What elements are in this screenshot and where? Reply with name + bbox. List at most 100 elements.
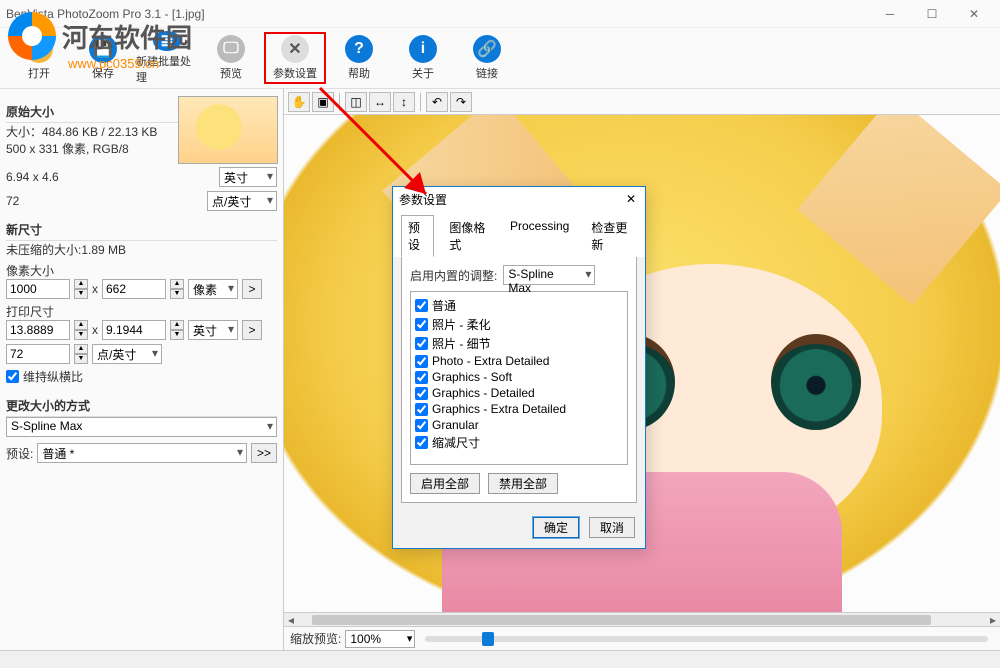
keep-ratio-label: 维持纵横比 [23,368,83,385]
about-button[interactable]: i 关于 [392,32,454,84]
preset-item-checkbox[interactable] [415,403,428,416]
sidebar: 原始大小 大小：484.86 KB / 22.13 KB 500 x 331 像… [0,89,284,650]
preset-item[interactable]: 普通 [415,296,623,315]
tab-presets[interactable]: 预设 [401,215,434,257]
preset-item[interactable]: 照片 - 柔化 [415,315,623,334]
method-select[interactable]: S-Spline Max [6,417,277,437]
apply-pixel-size[interactable]: > [242,279,262,299]
dpi-up[interactable]: ▲ [74,344,88,354]
pw-up[interactable]: ▲ [74,320,88,330]
orig-print-unit-select[interactable]: 英寸 [219,167,277,187]
width-down[interactable]: ▼ [74,289,88,299]
preset-list: 普通照片 - 柔化照片 - 细节Photo - Extra DetailedGr… [410,291,628,465]
marquee-tool[interactable]: ▣ [312,92,334,112]
undo-button[interactable]: ↶ [426,92,448,112]
pixel-unit-select[interactable]: 像素 [188,279,238,299]
print-width-input[interactable] [6,320,70,340]
disable-all-button[interactable]: 禁用全部 [488,473,558,494]
help-button[interactable]: ? 帮助 [328,32,390,84]
preset-item-checkbox[interactable] [415,318,428,331]
minimize-button[interactable]: ─ [870,4,910,24]
keep-ratio-checkbox[interactable] [6,370,19,383]
link-icon: 🔗 [473,35,501,63]
preset-more[interactable]: >> [251,443,277,463]
new-dpi-input[interactable] [6,344,70,364]
info-icon: i [409,35,437,63]
print-unit-select[interactable]: 英寸 [188,320,238,340]
flip-h-tool[interactable]: ↔ [369,92,391,112]
uncompressed-text: 未压缩的大小:1.89 MB [6,241,277,258]
preset-item-label: 缩减尺寸 [432,434,480,451]
cancel-button[interactable]: 取消 [589,517,635,538]
zoom-slider[interactable] [425,636,988,642]
dialog-tabs: 预设 图像格式 Processing 检查更新 [393,211,645,257]
builtin-label: 启用内置的调整: [410,267,497,284]
help-icon: ? [345,35,373,63]
preset-item-checkbox[interactable] [415,355,428,368]
link-button[interactable]: 🔗 链接 [456,32,518,84]
preset-item-checkbox[interactable] [415,419,428,432]
preset-item[interactable]: Photo - Extra Detailed [415,353,623,369]
preset-item-checkbox[interactable] [415,371,428,384]
link-label: 链接 [476,65,498,81]
preset-item[interactable]: Granular [415,417,623,433]
watermark-text: 河东软件园 [62,18,192,55]
preset-item-checkbox[interactable] [415,436,428,449]
settings-label: 参数设置 [273,65,317,81]
preset-item[interactable]: Graphics - Soft [415,369,623,385]
preset-item[interactable]: 照片 - 细节 [415,334,623,353]
orig-dpi-unit-select[interactable]: 点/英寸 [207,191,277,211]
settings-dialog: 参数设置 ✕ 预设 图像格式 Processing 检查更新 启用内置的调整: … [392,186,646,549]
dialog-title: 参数设置 [399,191,623,208]
width-input[interactable] [6,279,70,299]
tab-processing[interactable]: Processing [503,215,576,257]
h-scrollbar[interactable]: ◂▸ [284,612,1000,626]
preset-item-label: 照片 - 柔化 [432,316,491,333]
ph-up[interactable]: ▲ [170,320,184,330]
preset-item-checkbox[interactable] [415,387,428,400]
tab-format[interactable]: 图像格式 [442,215,495,257]
flip-v-tool[interactable]: ↕ [393,92,415,112]
preset-item-checkbox[interactable] [415,299,428,312]
hand-tool[interactable]: ✋ [288,92,310,112]
resize-method-header: 更改大小的方式 [6,395,277,417]
thumbnail[interactable] [178,96,278,164]
preset-item-label: Graphics - Detailed [432,386,535,400]
preset-item[interactable]: 缩减尺寸 [415,433,623,452]
apply-print-size[interactable]: > [242,320,262,340]
preset-item[interactable]: Graphics - Extra Detailed [415,401,623,417]
zoom-bar: 缩放预览: 100% [284,626,1000,650]
preset-item-label: Granular [432,418,479,432]
preview-button[interactable]: 🖵 预览 [200,32,262,84]
builtin-select[interactable]: S-Spline Max [503,265,595,285]
preset-item-label: 普通 [432,297,456,314]
print-height-input[interactable] [102,320,166,340]
preview-icon: 🖵 [217,35,245,63]
preset-item-label: 照片 - 细节 [432,335,491,352]
dialog-close-button[interactable]: ✕ [623,192,639,206]
height-up[interactable]: ▲ [170,279,184,289]
preset-select[interactable]: 普通 * [37,443,247,463]
pw-down[interactable]: ▼ [74,330,88,340]
height-down[interactable]: ▼ [170,289,184,299]
width-up[interactable]: ▲ [74,279,88,289]
new-size-header: 新尺寸 [6,219,277,241]
preset-item-checkbox[interactable] [415,337,428,350]
height-input[interactable] [102,279,166,299]
redo-button[interactable]: ↷ [450,92,472,112]
crop-tool[interactable]: ◫ [345,92,367,112]
ok-button[interactable]: 确定 [533,517,579,538]
preset-item-label: Graphics - Soft [432,370,512,384]
dpi-down[interactable]: ▼ [74,354,88,364]
watermark-url: www.pc0359.cn [68,56,159,71]
enable-all-button[interactable]: 启用全部 [410,473,480,494]
maximize-button[interactable]: ☐ [912,4,952,24]
preset-item[interactable]: Graphics - Detailed [415,385,623,401]
pixel-size-label: 像素大小 [6,262,277,279]
zoom-select[interactable]: 100% [345,630,415,648]
ph-down[interactable]: ▼ [170,330,184,340]
close-button[interactable]: ✕ [954,4,994,24]
tab-update[interactable]: 检查更新 [584,215,637,257]
settings-button[interactable]: ✕ 参数设置 [264,32,326,84]
new-dpi-unit-select[interactable]: 点/英寸 [92,344,162,364]
